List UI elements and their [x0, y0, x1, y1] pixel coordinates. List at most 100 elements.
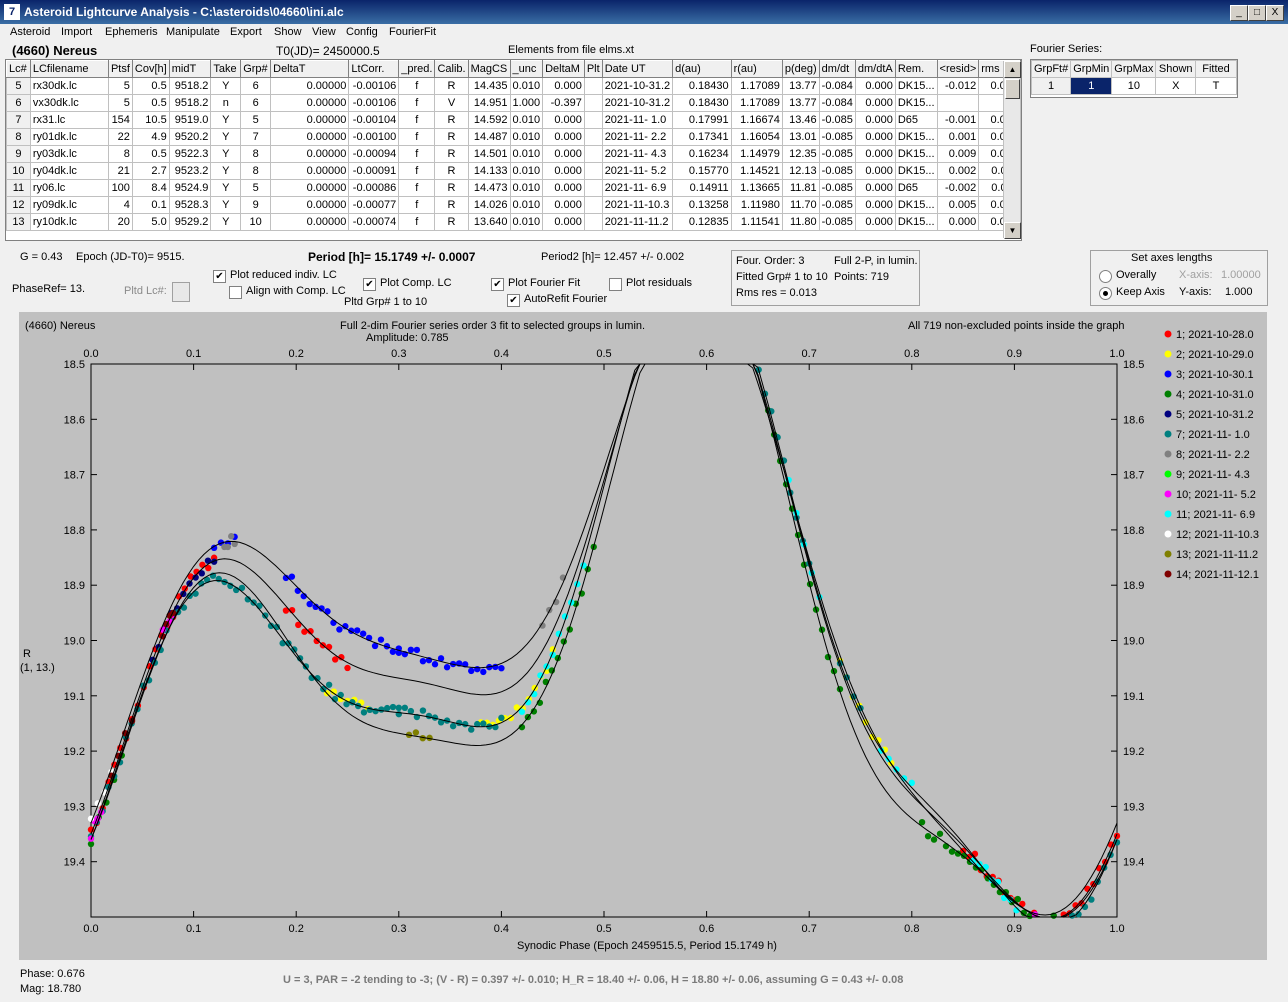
table-cell[interactable]: 2021-11- 5.2: [601, 162, 674, 180]
table-cell[interactable]: 4.9: [131, 128, 170, 146]
table-cell[interactable]: 0.000: [854, 162, 896, 180]
table-cell[interactable]: 0.000: [854, 77, 896, 95]
table-cell[interactable]: 0.14911: [672, 179, 732, 197]
col-header[interactable]: Calib.: [434, 60, 469, 78]
table-cell[interactable]: 0.000: [542, 145, 585, 163]
autorefit-checkbox[interactable]: ✔: [507, 294, 520, 307]
table-cell[interactable]: R: [434, 77, 469, 95]
table-cell[interactable]: 0.000: [542, 128, 585, 146]
table-cell[interactable]: 6: [240, 94, 272, 112]
table-cell[interactable]: 14.473: [467, 179, 511, 197]
fourier-cell-fitted[interactable]: T: [1195, 77, 1237, 95]
col-header[interactable]: _pred.: [398, 60, 436, 78]
table-cell[interactable]: R: [434, 196, 469, 214]
table-cell[interactable]: ry09dk.lc: [29, 196, 109, 214]
table-cell[interactable]: 2021-10-31.2: [601, 77, 674, 95]
table-cell[interactable]: -0.085: [818, 111, 856, 129]
table-cell[interactable]: 0.5: [131, 94, 170, 112]
table-cell[interactable]: 20: [107, 213, 133, 231]
table-cell[interactable]: 9518.2: [168, 77, 212, 95]
table-cell[interactable]: 0.010: [509, 145, 544, 163]
fourier-cell-grpmin[interactable]: 1: [1070, 77, 1113, 95]
y-axis-value[interactable]: 1.000: [1225, 286, 1253, 298]
table-cell[interactable]: [583, 111, 603, 129]
table-cell[interactable]: 11.81: [781, 179, 820, 197]
table-cell[interactable]: ry01dk.lc: [29, 128, 109, 146]
table-cell[interactable]: 2021-11- 2.2: [601, 128, 674, 146]
table-cell[interactable]: ry10dk.lc: [29, 213, 109, 231]
plot-comp-checkbox[interactable]: ✔: [363, 278, 376, 291]
table-cell[interactable]: 0.17341: [672, 128, 732, 146]
table-cell[interactable]: DK15...: [894, 162, 938, 180]
table-cell[interactable]: 14.951: [467, 94, 511, 112]
table-cell[interactable]: 0.000: [542, 179, 585, 197]
table-cell[interactable]: 0.1: [131, 196, 170, 214]
table-cell[interactable]: 14.592: [467, 111, 511, 129]
table-cell[interactable]: 13.77: [781, 94, 820, 112]
fourier-cell-grpft[interactable]: 1: [1030, 77, 1072, 95]
table-cell[interactable]: 2021-11- 6.9: [601, 179, 674, 197]
table-cell[interactable]: 14.133: [467, 162, 511, 180]
table-cell[interactable]: 9524.9: [168, 179, 212, 197]
table-cell[interactable]: [583, 162, 603, 180]
table-cell[interactable]: -0.085: [818, 196, 856, 214]
col-header[interactable]: DeltaM: [542, 60, 585, 78]
table-row[interactable]: 6 vx30dk.lc 5 0.5 9518.2 n 6 0.00000 -0.00106 f V 1…: [6, 94, 1021, 112]
table-cell[interactable]: 13.640: [467, 213, 511, 231]
table-cell[interactable]: R: [434, 179, 469, 197]
table-cell[interactable]: -0.002: [936, 179, 980, 197]
table-row[interactable]: 9 ry03dk.lc 8 0.5 9522.3 Y 8 0.00000 -0.00094 f R 1…: [6, 145, 1021, 163]
table-cell[interactable]: 1.14979: [730, 145, 783, 163]
col-header[interactable]: LtCorr.: [348, 60, 400, 78]
table-cell[interactable]: 9523.2: [168, 162, 212, 180]
table-cell[interactable]: 9519.0: [168, 111, 212, 129]
table-row[interactable]: 12 ry09dk.lc 4 0.1 9528.3 Y 9 0.00000 -0.00077 f R…: [6, 196, 1021, 214]
row-header[interactable]: 12: [6, 196, 31, 214]
table-cell[interactable]: f: [398, 111, 436, 129]
table-cell[interactable]: f: [398, 77, 436, 95]
table-cell[interactable]: R: [434, 111, 469, 129]
table-cell[interactable]: -0.00091: [348, 162, 400, 180]
maximize-button[interactable]: □: [1248, 5, 1266, 21]
table-scrollbar[interactable]: ▲ ▼: [1003, 61, 1021, 239]
table-cell[interactable]: 13.01: [781, 128, 820, 146]
row-header[interactable]: 6: [6, 94, 31, 112]
table-cell[interactable]: ry03dk.lc: [29, 145, 109, 163]
table-cell[interactable]: 0.00000: [270, 213, 350, 231]
table-cell[interactable]: V: [434, 94, 469, 112]
table-cell[interactable]: DK15...: [894, 77, 938, 95]
table-cell[interactable]: Y: [210, 111, 242, 129]
table-cell[interactable]: 1.11541: [730, 213, 783, 231]
table-cell[interactable]: R: [434, 128, 469, 146]
col-header[interactable]: d(au): [672, 60, 732, 78]
table-cell[interactable]: -0.085: [818, 162, 856, 180]
table-cell[interactable]: -0.012: [936, 77, 980, 95]
fourier-row[interactable]: 1 1 10 X T: [1030, 77, 1237, 95]
col-header[interactable]: Rem.: [894, 60, 938, 78]
table-cell[interactable]: 0.000: [542, 77, 585, 95]
table-cell[interactable]: 0.5: [131, 77, 170, 95]
table-cell[interactable]: 13.46: [781, 111, 820, 129]
col-header[interactable]: p(deg): [781, 60, 820, 78]
table-cell[interactable]: 0.00000: [270, 94, 350, 112]
table-cell[interactable]: 5: [240, 111, 272, 129]
table-cell[interactable]: -0.397: [542, 94, 585, 112]
table-cell[interactable]: 1.17089: [730, 94, 783, 112]
table-cell[interactable]: -0.085: [818, 145, 856, 163]
row-header[interactable]: 13: [6, 213, 31, 231]
table-cell[interactable]: Y: [210, 77, 242, 95]
table-cell[interactable]: 8.4: [131, 179, 170, 197]
menu-export[interactable]: Export: [230, 26, 262, 38]
table-cell[interactable]: 0.15770: [672, 162, 732, 180]
table-cell[interactable]: 0.000: [854, 111, 896, 129]
table-cell[interactable]: 0.00000: [270, 128, 350, 146]
menu-view[interactable]: View: [312, 26, 336, 38]
table-cell[interactable]: 0.001: [936, 128, 980, 146]
col-header[interactable]: dm/dt: [818, 60, 856, 78]
table-cell[interactable]: 0.00000: [270, 145, 350, 163]
table-cell[interactable]: -0.00074: [348, 213, 400, 231]
table-cell[interactable]: DK15...: [894, 128, 938, 146]
table-cell[interactable]: -0.00104: [348, 111, 400, 129]
table-cell[interactable]: [583, 179, 603, 197]
table-cell[interactable]: 0.00000: [270, 196, 350, 214]
